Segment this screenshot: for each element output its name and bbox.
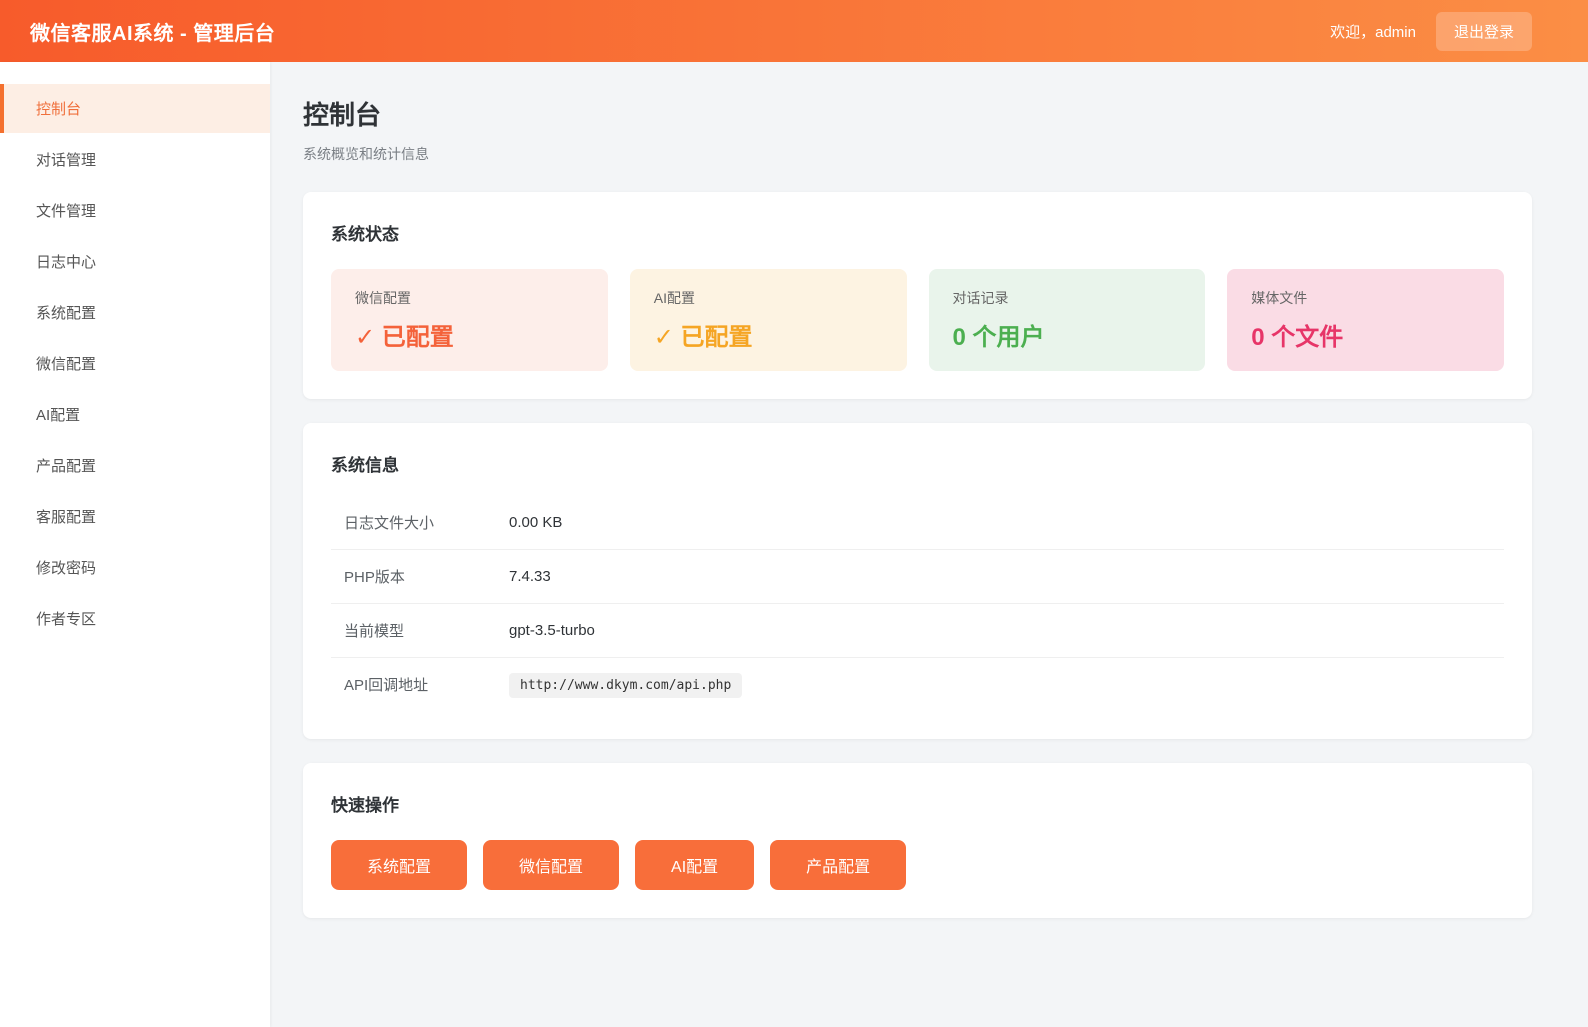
sidebar: 控制台 对话管理 文件管理 日志中心 系统配置 微信配置 AI配置 产品配置 客… <box>0 62 270 1027</box>
system-info-table: 日志文件大小 0.00 KB PHP版本 7.4.33 当前模型 gpt-3.5… <box>331 496 1504 711</box>
quick-button-system-config[interactable]: 系统配置 <box>331 840 467 890</box>
stat-value: ✓ 已配置 <box>654 317 883 352</box>
info-row-api-callback-url: API回调地址 http://www.dkym.com/api.php <box>331 658 1504 711</box>
quick-actions-card: 快速操作 系统配置 微信配置 AI配置 产品配置 <box>303 763 1532 918</box>
info-label: API回调地址 <box>344 674 509 695</box>
stat-label: 媒体文件 <box>1251 288 1480 308</box>
system-info-title: 系统信息 <box>331 451 1504 476</box>
sidebar-item-wechat-config[interactable]: 微信配置 <box>0 339 270 388</box>
stat-value: ✓ 已配置 <box>355 317 584 352</box>
system-status-card: 系统状态 微信配置 ✓ 已配置 AI配置 ✓ 已配置 对话记录 0 个用户 媒体… <box>303 192 1532 399</box>
quick-button-wechat-config[interactable]: 微信配置 <box>483 840 619 890</box>
info-row-log-size: 日志文件大小 0.00 KB <box>331 496 1504 550</box>
quick-actions-row: 系统配置 微信配置 AI配置 产品配置 <box>331 840 1504 890</box>
quick-actions-title: 快速操作 <box>331 791 1504 816</box>
stat-card-wechat-config: 微信配置 ✓ 已配置 <box>331 269 608 371</box>
app-title: 微信客服AI系统 - 管理后台 <box>30 17 275 46</box>
stats-grid: 微信配置 ✓ 已配置 AI配置 ✓ 已配置 对话记录 0 个用户 媒体文件 0 … <box>331 269 1504 371</box>
info-label: PHP版本 <box>344 566 509 587</box>
system-info-card: 系统信息 日志文件大小 0.00 KB PHP版本 7.4.33 当前模型 gp… <box>303 423 1532 739</box>
sidebar-item-service-config[interactable]: 客服配置 <box>0 492 270 541</box>
sidebar-item-change-password[interactable]: 修改密码 <box>0 543 270 592</box>
info-label: 当前模型 <box>344 620 509 641</box>
info-row-php-version: PHP版本 7.4.33 <box>331 550 1504 604</box>
welcome-text: 欢迎，admin <box>1330 21 1416 42</box>
sidebar-item-ai-config[interactable]: AI配置 <box>0 390 270 439</box>
api-callback-url-chip: http://www.dkym.com/api.php <box>509 673 742 698</box>
sidebar-item-conversations[interactable]: 对话管理 <box>0 135 270 184</box>
page-title: 控制台 <box>303 95 1532 132</box>
sidebar-item-author-zone[interactable]: 作者专区 <box>0 594 270 643</box>
page-subtitle: 系统概览和统计信息 <box>303 144 1532 164</box>
sidebar-item-dashboard[interactable]: 控制台 <box>0 84 270 133</box>
sidebar-item-system-config[interactable]: 系统配置 <box>0 288 270 337</box>
layout: 控制台 对话管理 文件管理 日志中心 系统配置 微信配置 AI配置 产品配置 客… <box>0 62 1588 1027</box>
info-row-current-model: 当前模型 gpt-3.5-turbo <box>331 604 1504 658</box>
stat-card-media-files: 媒体文件 0 个文件 <box>1227 269 1504 371</box>
stat-card-chat-records: 对话记录 0 个用户 <box>929 269 1206 371</box>
stat-value: 0 个用户 <box>953 317 1182 352</box>
main-content: 控制台 系统概览和统计信息 系统状态 微信配置 ✓ 已配置 AI配置 ✓ 已配置… <box>270 62 1588 1027</box>
info-value: 0.00 KB <box>509 514 562 531</box>
info-value: 7.4.33 <box>509 568 551 585</box>
header-right: 欢迎，admin 退出登录 <box>1330 12 1532 51</box>
quick-button-product-config[interactable]: 产品配置 <box>770 840 906 890</box>
stat-label: 对话记录 <box>953 288 1182 308</box>
sidebar-item-logs[interactable]: 日志中心 <box>0 237 270 286</box>
info-value: gpt-3.5-turbo <box>509 622 595 639</box>
stat-value: 0 个文件 <box>1251 317 1480 352</box>
quick-button-ai-config[interactable]: AI配置 <box>635 840 754 890</box>
logout-button[interactable]: 退出登录 <box>1436 12 1532 51</box>
info-label: 日志文件大小 <box>344 512 509 533</box>
sidebar-item-files[interactable]: 文件管理 <box>0 186 270 235</box>
stat-card-ai-config: AI配置 ✓ 已配置 <box>630 269 907 371</box>
sidebar-item-product-config[interactable]: 产品配置 <box>0 441 270 490</box>
system-status-title: 系统状态 <box>331 220 1504 245</box>
stat-label: AI配置 <box>654 288 883 308</box>
stat-label: 微信配置 <box>355 288 584 308</box>
app-header: 微信客服AI系统 - 管理后台 欢迎，admin 退出登录 <box>0 0 1588 62</box>
